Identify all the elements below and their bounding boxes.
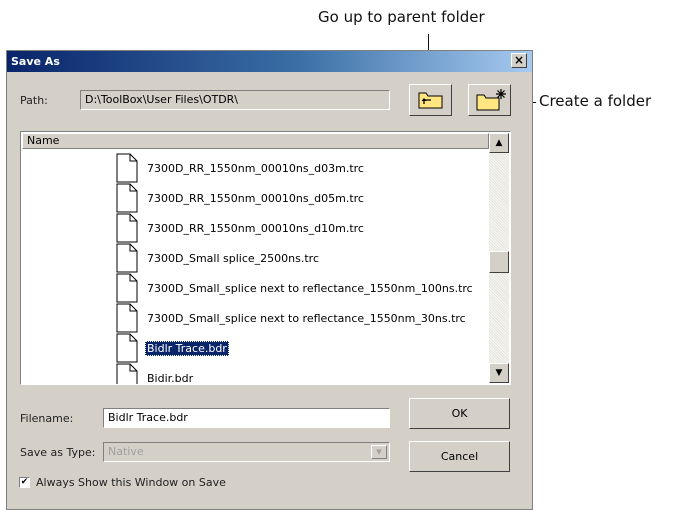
- save-as-type-value: Native: [108, 445, 144, 458]
- filename-label: Filename:: [20, 412, 74, 425]
- document-icon: [116, 213, 138, 243]
- always-show-checkbox[interactable]: ✔: [19, 477, 30, 488]
- close-button[interactable]: ×: [511, 53, 527, 68]
- vertical-scrollbar[interactable]: ▲ ▼: [489, 133, 509, 383]
- document-icon: [116, 273, 138, 303]
- filename-field[interactable]: Bidlr Trace.bdr: [103, 408, 390, 428]
- chevron-up-icon: ▲: [495, 138, 503, 148]
- callout-parent-folder-label: Go up to parent folder: [318, 8, 485, 26]
- dialog-title: Save As: [11, 55, 60, 68]
- folder-up-icon: [418, 92, 443, 109]
- save-as-dialog: Save As × Path: D:\ToolBox\User Files\OT…: [6, 50, 533, 510]
- file-list[interactable]: Name 7300D_RR_1550nm_00010ns_d03m.trc 73…: [20, 131, 511, 385]
- file-name: 7300D_RR_1550nm_00010ns_d03m.trc: [147, 162, 364, 175]
- parent-folder-button[interactable]: [409, 84, 452, 116]
- document-icon: [116, 183, 138, 213]
- checkmark-icon: ✔: [20, 477, 29, 487]
- save-as-type-label: Save as Type:: [20, 446, 96, 459]
- file-name: 7300D_RR_1550nm_00010ns_d05m.trc: [147, 192, 364, 205]
- save-as-type-select[interactable]: Native ▼: [103, 442, 390, 462]
- ok-button[interactable]: OK: [409, 398, 510, 429]
- path-field: D:\ToolBox\User Files\OTDR\: [80, 90, 390, 110]
- callout-create-folder-label: Create a folder: [539, 92, 652, 110]
- document-icon: [116, 243, 138, 273]
- scrollbar-thumb[interactable]: [489, 251, 509, 273]
- close-icon: ×: [513, 53, 525, 67]
- document-icon: [116, 363, 138, 384]
- new-folder-icon: [476, 89, 506, 111]
- always-show-label[interactable]: Always Show this Window on Save: [36, 476, 226, 489]
- dialog-title-bar: Save As: [7, 51, 532, 72]
- file-name: 7300D_Small splice_2500ns.trc: [147, 252, 319, 265]
- document-icon: [116, 333, 138, 363]
- file-name: 7300D_Small_splice next to reflectance_1…: [147, 312, 466, 325]
- new-folder-button[interactable]: [468, 84, 511, 116]
- file-name: 7300D_RR_1550nm_00010ns_d10m.trc: [147, 222, 364, 235]
- scroll-down-button[interactable]: ▼: [489, 363, 509, 383]
- column-header-name[interactable]: Name: [22, 133, 489, 149]
- scroll-up-button[interactable]: ▲: [489, 133, 509, 153]
- document-icon: [116, 153, 138, 183]
- file-name: Bidlr Trace.bdr: [145, 341, 229, 356]
- path-label: Path:: [20, 94, 48, 107]
- file-name: Bidir.bdr: [147, 372, 194, 385]
- chevron-down-icon: ▼: [495, 368, 503, 378]
- cancel-button[interactable]: Cancel: [409, 441, 510, 472]
- chevron-down-icon[interactable]: ▼: [371, 445, 387, 459]
- document-icon: [116, 303, 138, 333]
- file-name: 7300D_Small_splice next to reflectance_1…: [147, 282, 473, 295]
